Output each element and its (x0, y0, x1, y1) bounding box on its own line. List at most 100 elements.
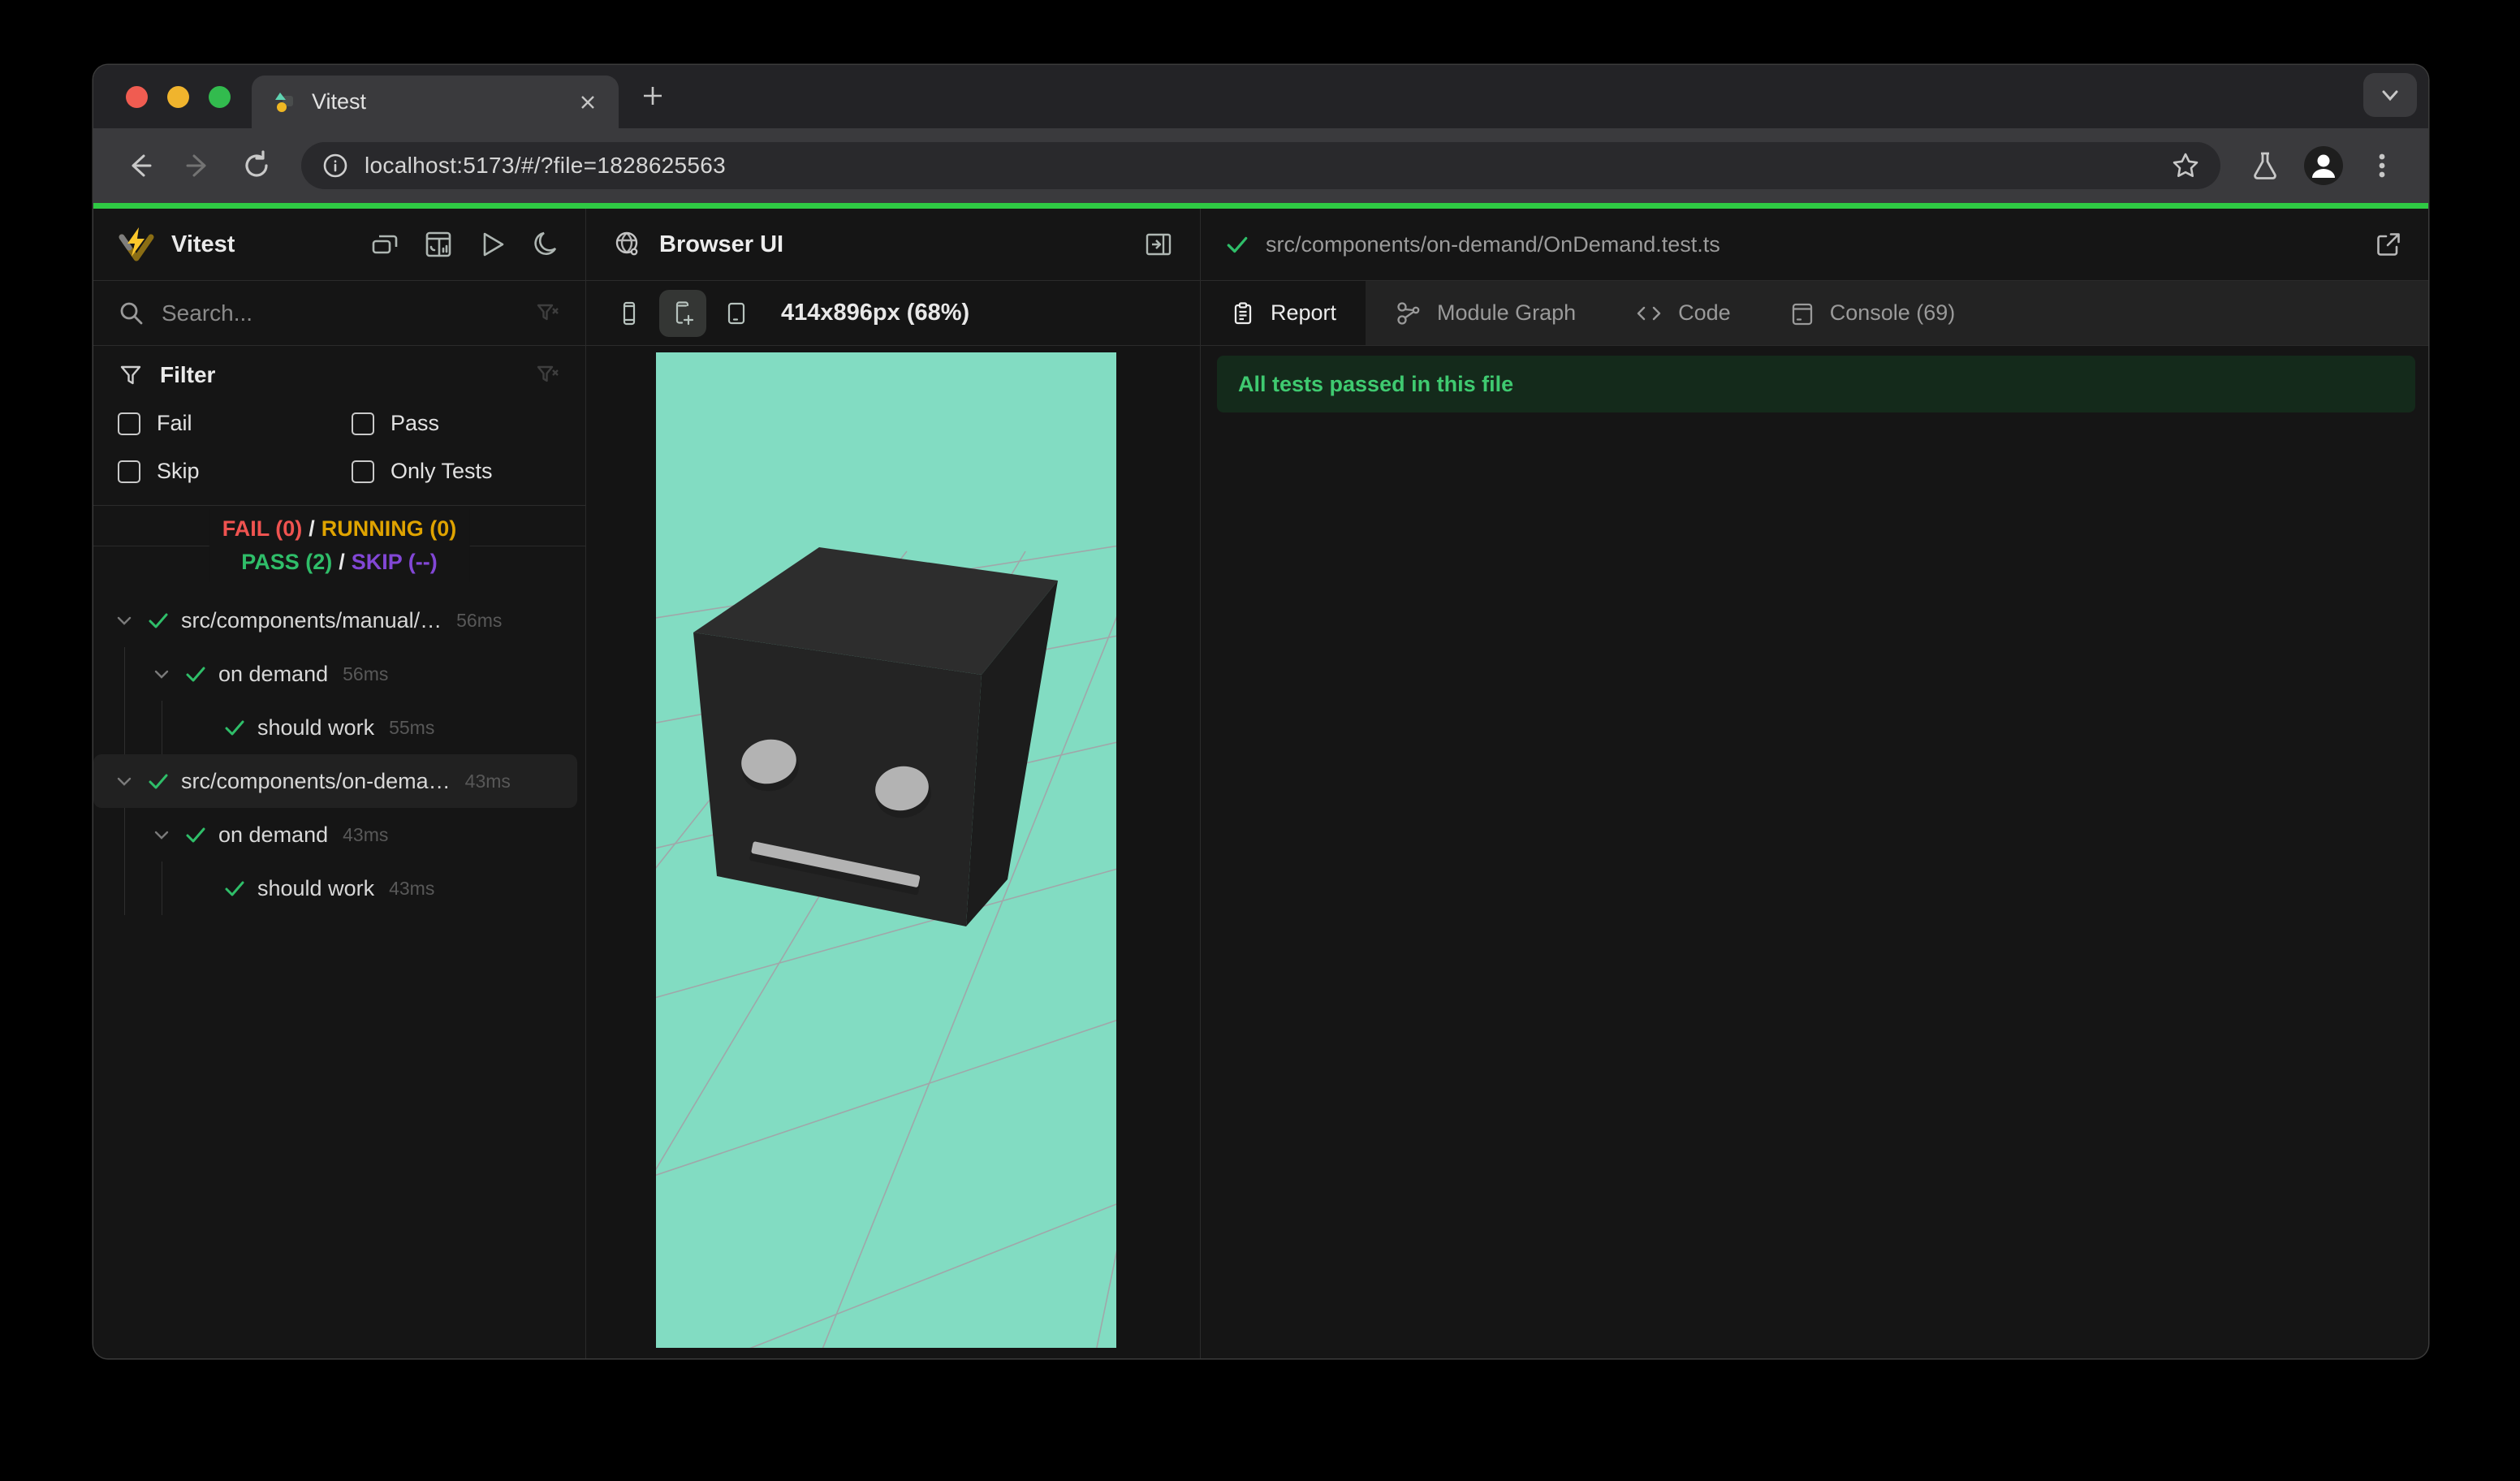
browser-window: Vitest localhost:5173/#/?file=1828625563… (93, 65, 2428, 1358)
checkbox-box[interactable] (352, 460, 374, 483)
vitest-favicon (273, 90, 297, 114)
chevron-down-icon[interactable] (114, 771, 134, 791)
sidebar-actions (369, 229, 561, 260)
filter-funnel-icon (118, 362, 144, 388)
device-phone-button[interactable] (606, 290, 653, 337)
tab-title: Vitest (312, 89, 367, 114)
robot-head-cube (693, 547, 1058, 926)
checkbox-box[interactable] (118, 460, 140, 483)
filter-options: Fail Pass Skip Only Tests (118, 411, 561, 484)
pass-check-icon (184, 823, 207, 846)
back-button[interactable] (114, 149, 165, 183)
search-input[interactable] (162, 300, 519, 326)
duration-label: 55ms (389, 716, 435, 738)
checkbox-box[interactable] (118, 412, 140, 435)
chevron-down-icon[interactable] (152, 825, 171, 844)
tab-strip: Vitest (93, 65, 2428, 128)
close-window-button[interactable] (126, 86, 148, 108)
search-icon (118, 300, 145, 327)
url-bar[interactable]: localhost:5173/#/?file=1828625563 (301, 142, 2220, 189)
forward-button[interactable] (173, 149, 223, 183)
maximize-window-button[interactable] (209, 86, 231, 108)
test-summary: FAIL (0) / RUNNING (0) PASS (2) / SKIP (--) (93, 506, 585, 585)
duration-label: 43ms (464, 770, 511, 792)
run-all-icon[interactable] (477, 229, 507, 260)
browser-tab[interactable]: Vitest (252, 76, 619, 128)
open-panel-right-icon[interactable] (1143, 229, 1174, 260)
sidebar-header: Vitest (93, 209, 585, 281)
test-case-row[interactable]: should work 43ms (93, 861, 585, 915)
test-tree: src/components/manual/… 56ms on demand 5… (93, 585, 585, 915)
test-suite-row[interactable]: on demand 56ms (93, 647, 585, 701)
browser-ui-header: Browser UI (586, 209, 1200, 281)
pass-check-icon (223, 877, 246, 900)
checkbox-box[interactable] (352, 412, 374, 435)
dark-mode-moon-icon[interactable] (530, 229, 561, 260)
duration-label: 43ms (389, 877, 435, 899)
pass-check-icon (184, 663, 207, 685)
pass-check-icon (147, 770, 170, 792)
search-row (93, 281, 585, 346)
chevron-down-icon[interactable] (114, 611, 134, 630)
chevron-down-icon[interactable] (152, 664, 171, 684)
browser-ui-panel: Browser UI 414x896px (68%) (586, 209, 1201, 1358)
tab-close-icon[interactable] (578, 93, 598, 112)
tab-module-graph[interactable]: Module Graph (1366, 281, 1605, 345)
device-tablet-button[interactable] (713, 290, 760, 337)
site-info-icon[interactable] (321, 151, 350, 180)
filter-section: Filter Fail Pass Skip Only Tests (93, 346, 585, 506)
duration-label: 43ms (343, 823, 389, 845)
skip-count: SKIP (--) (351, 550, 438, 574)
profile-avatar[interactable] (2298, 145, 2349, 187)
tab-code[interactable]: Code (1605, 281, 1760, 345)
tab-report[interactable]: Report (1201, 281, 1366, 345)
tested-app-viewport[interactable] (656, 352, 1116, 1348)
new-tab-button[interactable] (639, 82, 667, 110)
test-file-row-selected[interactable]: src/components/on-dema… 43ms (93, 754, 577, 808)
pass-check-icon (147, 609, 170, 632)
pass-count: PASS (2) (241, 550, 333, 574)
minimize-window-button[interactable] (167, 86, 189, 108)
filter-title: Filter (160, 362, 216, 387)
report-panel: src/components/on-demand/OnDemand.test.t… (1201, 209, 2428, 1358)
collapse-tests-icon[interactable] (369, 229, 400, 260)
filter-checkbox-pass[interactable]: Pass (352, 411, 561, 436)
bookmark-star-icon[interactable] (2170, 150, 2201, 181)
report-tabs: Report Module Graph Code Console (69) (1201, 281, 2428, 346)
test-case-row[interactable]: should work 55ms (93, 701, 585, 754)
tab-console[interactable]: Console (69) (1760, 281, 1985, 345)
test-file-path: src/components/on-demand/OnDemand.test.t… (1266, 231, 1720, 257)
duration-label: 56ms (456, 609, 503, 631)
browser-ui-title: Browser UI (659, 231, 784, 257)
filter-checkbox-skip[interactable]: Skip (118, 459, 352, 484)
running-count: RUNNING (0) (321, 516, 457, 541)
tab-search-button[interactable] (2363, 73, 2417, 117)
viewport-size-label: 414x896px (68%) (781, 300, 970, 326)
dashboard-icon[interactable] (423, 229, 454, 260)
clear-search-filter-icon[interactable] (535, 300, 561, 326)
fail-count: FAIL (0) (222, 516, 303, 541)
reload-button[interactable] (231, 149, 282, 183)
filter-checkbox-fail[interactable]: Fail (118, 411, 352, 436)
test-suite-row[interactable]: on demand 43ms (93, 808, 585, 861)
globe-icon (612, 229, 643, 260)
preview-stage (586, 346, 1200, 1358)
open-external-icon[interactable] (2373, 229, 2404, 260)
test-progress-bar (93, 203, 2428, 209)
file-pass-check-icon (1225, 232, 1249, 257)
sidebar: Vitest Search... Filter Fail Pass Skip O… (93, 209, 586, 1358)
url-text: localhost:5173/#/?file=1828625563 (365, 153, 727, 178)
filter-checkbox-only-tests[interactable]: Only Tests (352, 459, 561, 484)
experiments-flask-icon[interactable] (2240, 149, 2290, 182)
robot-head-3d-scene (656, 352, 1116, 1348)
browser-toolbar: localhost:5173/#/?file=1828625563 (93, 128, 2428, 203)
device-phone-plus-button[interactable] (659, 289, 706, 337)
traffic-lights (126, 86, 231, 108)
test-file-row[interactable]: src/components/manual/… 56ms (93, 594, 585, 647)
all-tests-passed-banner: All tests passed in this file (1217, 356, 2415, 412)
app-title: Vitest (171, 231, 235, 257)
vitest-logo (118, 226, 155, 263)
pass-check-icon (223, 716, 246, 739)
filter-clear-icon[interactable] (535, 362, 561, 388)
kebab-menu-icon[interactable] (2357, 149, 2407, 182)
